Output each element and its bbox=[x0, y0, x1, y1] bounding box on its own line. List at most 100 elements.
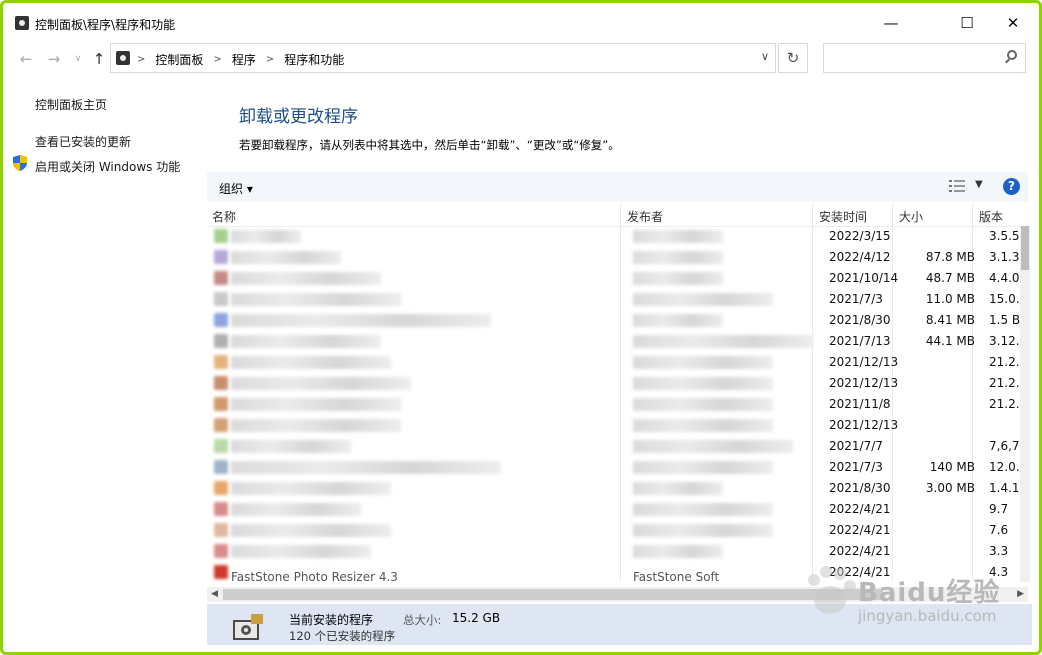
redacted-program-name bbox=[231, 545, 371, 558]
program-size: 44.1 MB bbox=[925, 334, 975, 348]
redacted-program-name bbox=[231, 356, 391, 369]
close-button[interactable]: ✕ bbox=[990, 11, 1032, 35]
redacted-publisher bbox=[633, 251, 723, 264]
install-date: 2021/7/3 bbox=[829, 292, 883, 306]
sidebar-item-view-updates[interactable]: 查看已安装的更新 bbox=[35, 133, 131, 150]
program-size: 11.0 MB bbox=[925, 292, 975, 306]
table-row[interactable]: 2021/12/13 21.2.4 bbox=[207, 352, 1028, 373]
search-input[interactable] bbox=[823, 43, 1026, 73]
column-header-version[interactable]: 版本 bbox=[979, 208, 1003, 225]
table-row[interactable]: 2022/4/21 3.3 bbox=[207, 541, 1028, 562]
app-icon bbox=[214, 376, 228, 390]
app-icon bbox=[214, 397, 228, 411]
redacted-publisher bbox=[633, 461, 773, 474]
table-row[interactable]: 2021/12/13 bbox=[207, 415, 1028, 436]
table-row[interactable]: 2021/8/303.00 MB1.4.1.10 bbox=[207, 478, 1028, 499]
app-icon bbox=[214, 292, 228, 306]
install-date: 2022/4/12 bbox=[829, 250, 891, 264]
installed-count: 120 个已安装的程序 bbox=[289, 629, 396, 643]
table-row[interactable]: 2021/11/8 21.2.3 bbox=[207, 394, 1028, 415]
table-row[interactable]: 2021/7/3140 MB12.0.20 bbox=[207, 457, 1028, 478]
column-header-name[interactable]: 名称 bbox=[212, 208, 236, 225]
column-header-publisher[interactable]: 发布者 bbox=[627, 208, 663, 225]
redacted-program-name bbox=[231, 335, 381, 348]
install-date: 2021/11/8 bbox=[829, 397, 891, 411]
horizontal-scrollbar-thumb[interactable] bbox=[223, 589, 883, 600]
back-arrow-icon[interactable]: ← bbox=[15, 49, 37, 69]
redacted-publisher bbox=[633, 482, 723, 495]
table-row[interactable]: 2022/4/21 9.7 bbox=[207, 499, 1028, 520]
organize-menu-button[interactable]: 组织 ▾ bbox=[219, 180, 253, 197]
uac-shield-icon bbox=[13, 155, 27, 171]
vertical-scrollbar[interactable] bbox=[1020, 226, 1030, 582]
redacted-publisher bbox=[633, 293, 773, 306]
up-arrow-icon[interactable]: ↑ bbox=[88, 49, 110, 69]
sort-ascending-icon: ^ bbox=[407, 204, 415, 210]
install-date: 2021/8/30 bbox=[829, 481, 891, 495]
table-row[interactable]: 2021/7/13 44.1 MB 3.12.1 bbox=[207, 331, 1028, 352]
redacted-publisher bbox=[633, 335, 813, 348]
vertical-scrollbar-thumb[interactable] bbox=[1021, 226, 1029, 270]
maximize-button[interactable]: ☐ bbox=[944, 11, 990, 35]
table-row[interactable]: 2021/12/1321.2.4.2 bbox=[207, 373, 1028, 394]
column-header-size[interactable]: 大小 bbox=[899, 208, 923, 225]
refresh-button[interactable]: ↻ bbox=[778, 43, 808, 73]
redacted-program-name bbox=[231, 377, 411, 390]
window-title: 控制面板\程序\程序和功能 bbox=[35, 18, 176, 32]
search-icon bbox=[1007, 50, 1017, 60]
address-bar[interactable]: > 控制面板 > 程序 > 程序和功能 ∨ bbox=[110, 43, 776, 73]
view-options-chevron-icon[interactable]: ▼ bbox=[975, 179, 983, 190]
breadcrumb-programs[interactable]: 程序 bbox=[232, 51, 256, 68]
page-description: 若要卸载程序，请从列表中将其选中，然后单击“卸载”、“更改”或“修复”。 bbox=[239, 138, 620, 152]
forward-arrow-icon[interactable]: → bbox=[43, 49, 65, 69]
breadcrumb-control-panel[interactable]: 控制面板 bbox=[155, 51, 203, 68]
breadcrumb-separator-icon: > bbox=[213, 54, 222, 65]
app-icon bbox=[214, 439, 228, 453]
sidebar-item-windows-features[interactable]: 启用或关闭 Windows 功能 bbox=[35, 158, 180, 175]
program-name: FastStone Photo Resizer 4.3 bbox=[231, 570, 398, 582]
redacted-program-name bbox=[231, 461, 501, 474]
program-size: 140 MB bbox=[929, 460, 975, 474]
program-list: ^ 名称 发布者 安装时间 大小 版本 2022/3/153.5.5.46 202… bbox=[207, 204, 1028, 582]
sidebar-item-control-panel-home[interactable]: 控制面板主页 bbox=[35, 96, 107, 113]
table-row[interactable]: 2022/4/21 7.6 bbox=[207, 520, 1028, 541]
install-date: 2021/7/7 bbox=[829, 439, 883, 453]
table-row[interactable]: 2022/4/12 87.8 MB 3.1.3 bbox=[207, 247, 1028, 268]
command-toolbar: 组织 ▾ ▼ ? bbox=[207, 172, 1028, 202]
breadcrumb: > 控制面板 > 程序 > 程序和功能 bbox=[137, 51, 344, 68]
app-icon bbox=[214, 355, 228, 369]
page-title: 卸载或更改程序 bbox=[239, 107, 358, 127]
installed-programs-icon bbox=[233, 614, 263, 640]
app-icon bbox=[214, 271, 228, 285]
scroll-left-icon[interactable]: ◀ bbox=[211, 587, 218, 602]
watermark-url: jingyan.baidu.com bbox=[858, 607, 997, 625]
column-header-installed-on[interactable]: 安装时间 bbox=[819, 208, 867, 225]
table-row[interactable]: 2021/8/308.41 MB1.5 Buil bbox=[207, 310, 1028, 331]
program-size: 87.8 MB bbox=[925, 250, 975, 264]
install-date: 2021/10/14 bbox=[829, 271, 899, 285]
redacted-publisher bbox=[633, 503, 773, 516]
recent-locations-chevron-icon[interactable]: ∨ bbox=[67, 49, 89, 69]
view-details-icon[interactable] bbox=[949, 180, 965, 192]
status-label: 当前安装的程序 bbox=[289, 613, 374, 627]
table-row[interactable]: 2022/3/153.5.5.46 bbox=[207, 226, 1028, 247]
install-date: 2021/12/13 bbox=[829, 418, 899, 432]
redacted-publisher bbox=[633, 419, 773, 432]
install-date: 2021/12/13 bbox=[829, 355, 899, 369]
redacted-program-name bbox=[231, 314, 491, 327]
app-icon bbox=[214, 523, 228, 537]
help-icon[interactable]: ? bbox=[1003, 178, 1020, 195]
install-date: 2022/4/21 bbox=[829, 544, 891, 558]
install-date: 2022/4/21 bbox=[829, 502, 891, 516]
app-icon bbox=[214, 250, 228, 264]
address-dropdown-chevron-icon[interactable]: ∨ bbox=[761, 50, 769, 63]
table-row[interactable]: 2021/7/311.0 MB15.0.20 bbox=[207, 289, 1028, 310]
program-publisher: FastStone Soft bbox=[633, 570, 720, 582]
breadcrumb-programs-features[interactable]: 程序和功能 bbox=[284, 51, 344, 68]
redacted-program-name bbox=[231, 419, 401, 432]
minimize-button[interactable]: — bbox=[868, 11, 914, 35]
table-row[interactable]: 2021/10/1448.7 MB4.4.0.25 bbox=[207, 268, 1028, 289]
redacted-program-name bbox=[231, 440, 351, 453]
total-size-label: 总大小: bbox=[403, 613, 442, 627]
table-row[interactable]: 2021/7/77,6,7,20 bbox=[207, 436, 1028, 457]
